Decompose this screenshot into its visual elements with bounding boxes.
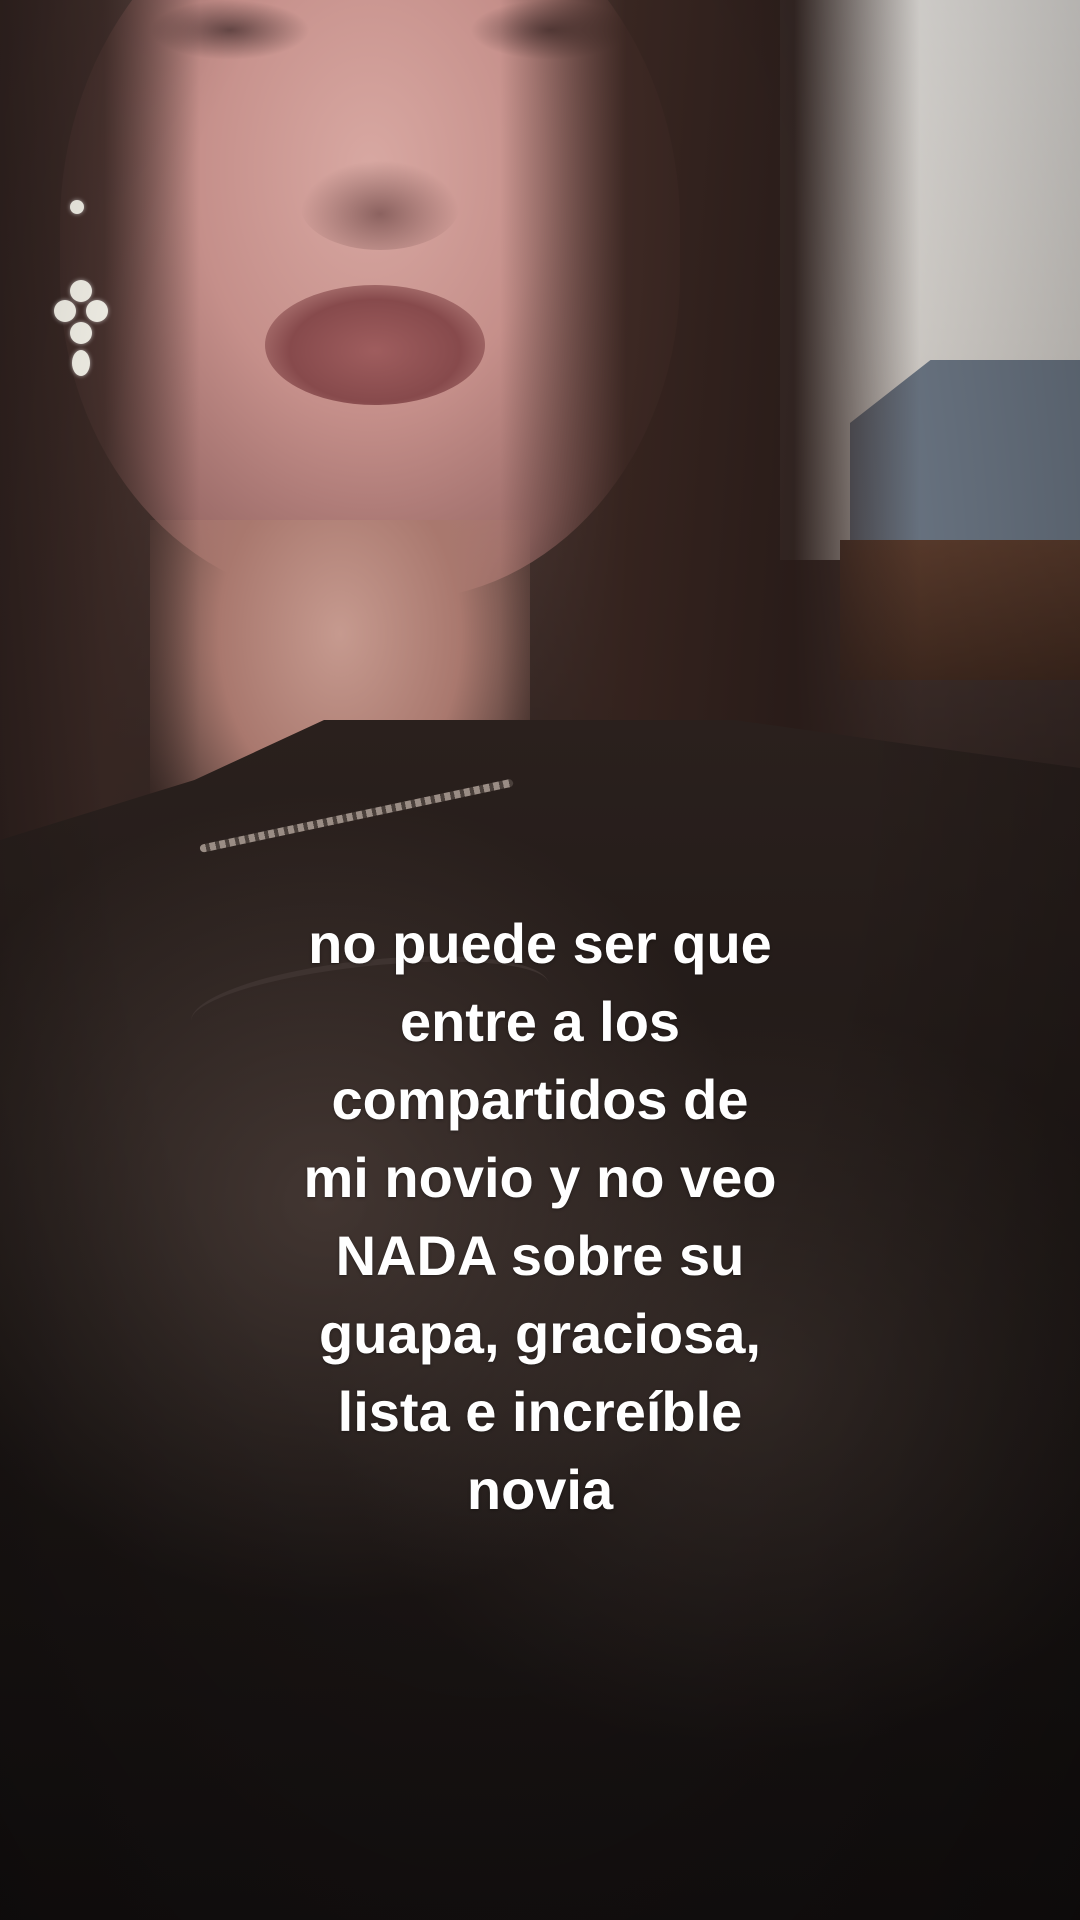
caption-text: no puede ser que entre a los compartidos… — [240, 905, 840, 1529]
caption-line: novia — [466, 1458, 614, 1521]
caption-line: guapa, graciosa, — [319, 1302, 761, 1365]
caption-line: NADA sobre su — [335, 1224, 745, 1287]
caption-line: mi novio y no veo — [303, 1146, 777, 1209]
caption-line: no puede ser que — [308, 912, 772, 975]
caption-line: entre a los — [399, 990, 681, 1053]
caption-line: compartidos de — [331, 1068, 749, 1131]
caption-line: lista e increíble — [337, 1380, 743, 1443]
video-frame: no puede ser que entre a los compartidos… — [0, 0, 1080, 1920]
